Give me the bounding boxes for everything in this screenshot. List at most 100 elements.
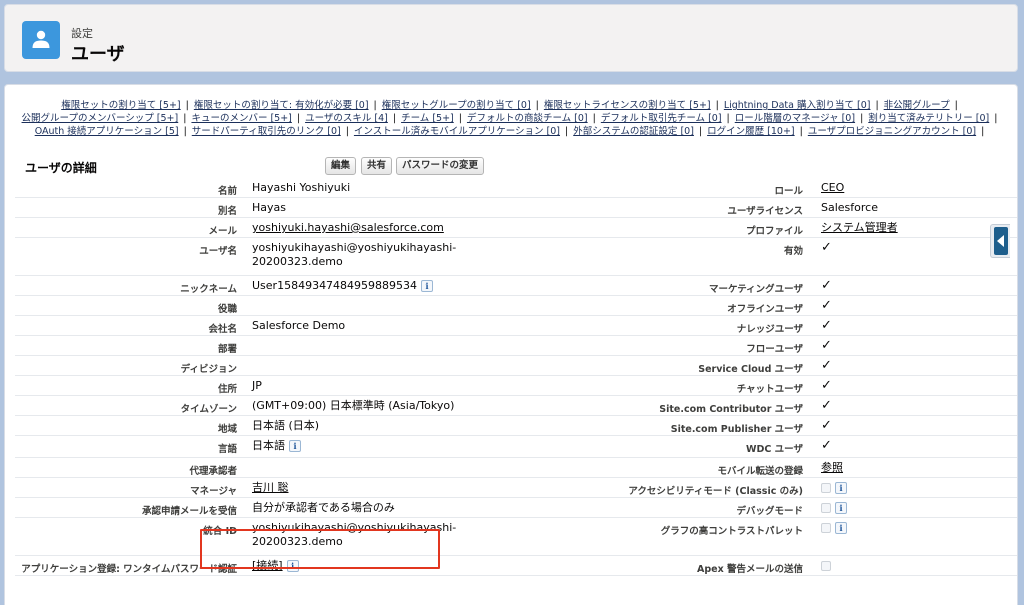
related-link[interactable]: 権限セットの割り当て: 有効化が必要 [0]	[194, 100, 369, 111]
link-separator: |	[392, 113, 397, 124]
field-label: タイムゾーン	[180, 404, 237, 415]
related-link[interactable]: 権限セットの割り当て [5+]	[61, 100, 180, 111]
related-link[interactable]: チーム [5+]	[401, 113, 454, 124]
field-value-link[interactable]: システム管理者	[821, 221, 898, 234]
checkmark-icon: ✓	[821, 298, 832, 313]
field-value-link[interactable]: 参照	[821, 461, 843, 474]
detail-row: マネージャ 吉川 聡 アクセシビリティモード (Classic のみ) i	[15, 478, 1017, 498]
change-password-button[interactable]: パスワードの変更	[396, 157, 485, 175]
link-separator: |	[726, 113, 730, 124]
info-icon[interactable]: i	[835, 482, 847, 494]
field-label: ディビジョン	[180, 364, 237, 375]
detail-row: 会社名 Salesforce Demo ナレッジユーザ ✓	[15, 316, 1017, 336]
field-label: メール	[208, 226, 237, 237]
related-link[interactable]: 非公開グループ	[884, 100, 950, 111]
field-label: モバイル転送の登録	[717, 466, 803, 477]
link-separator: |	[565, 126, 569, 137]
user-icon	[22, 21, 60, 59]
info-icon[interactable]: i	[835, 502, 847, 514]
info-icon[interactable]: i	[835, 522, 847, 534]
related-link[interactable]: 外部システムの認証設定 [0]	[573, 126, 694, 137]
field-value: 日本語 i	[252, 439, 492, 453]
detail-row: ユーザ名 yoshiyukihayashi@yoshiyukihayashi-20…	[15, 238, 1017, 276]
related-link[interactable]: デフォルトの商談チーム [0]	[467, 113, 588, 124]
checkmark-icon: ✓	[821, 318, 832, 333]
field-value-text: Salesforce	[821, 201, 878, 214]
detail-row: 代理承認者 モバイル転送の登録 参照	[15, 458, 1017, 478]
field-value: ✓	[821, 319, 832, 333]
checkmark-icon: ✓	[821, 338, 832, 353]
link-separator: |	[296, 113, 301, 124]
field-value-text: (GMT+09:00) 日本標準時 (Asia/Tokyo)	[252, 399, 455, 412]
field-label: 承認申請メールを受信	[141, 506, 237, 517]
field-value: ✓	[821, 399, 832, 413]
link-separator: |	[715, 100, 719, 111]
field-label: 部署	[217, 344, 237, 355]
field-label: 役職	[217, 304, 237, 315]
field-value-link[interactable]: yoshiyuki.hayashi@salesforce.com	[252, 221, 444, 234]
field-value-link[interactable]: 吉川 聡	[252, 481, 289, 494]
sidebar-toggle[interactable]	[990, 224, 1010, 258]
related-link[interactable]: ユーザのスキル [4]	[305, 113, 388, 124]
field-value: Salesforce	[821, 201, 878, 215]
checkmark-icon: ✓	[821, 240, 832, 255]
field-value	[821, 559, 831, 573]
info-icon[interactable]: i	[421, 280, 434, 292]
related-link[interactable]: ロール階層のマネージャ [0]	[735, 113, 855, 124]
related-link[interactable]: 権限セットグループの割り当て [0]	[382, 100, 531, 111]
field-label: 名前	[217, 186, 237, 197]
related-link[interactable]: インストール済みモバイルアプリケーション [0]	[354, 126, 560, 137]
field-label: 会社名	[208, 324, 237, 335]
checkmark-icon: ✓	[821, 378, 832, 393]
field-value: 自分が承認者である場合のみ	[252, 501, 492, 515]
field-value: 日本語 (日本)	[252, 419, 492, 433]
related-link[interactable]: 公開グループのメンバーシップ [5+]	[22, 113, 179, 124]
related-link[interactable]: サードパーティ取引先のリンク [0]	[192, 126, 341, 137]
link-separator: |	[981, 126, 985, 137]
detail-row: 部署 フローユーザ ✓	[15, 336, 1017, 356]
field-label: プロファイル	[745, 226, 803, 237]
field-value: ✓	[821, 339, 832, 353]
link-separator: |	[860, 113, 864, 124]
related-link[interactable]: 割り当て済みテリトリー [0]	[868, 113, 989, 124]
field-label: ニックネーム	[180, 284, 237, 295]
field-value: ✓	[821, 279, 832, 293]
related-link[interactable]: ログイン履歴 [10+]	[707, 126, 794, 137]
related-link[interactable]: デフォルト取引先チーム [0]	[601, 113, 722, 124]
field-value-text: Hayas	[252, 201, 286, 214]
field-label: オフラインユーザ	[727, 304, 803, 315]
field-value: Hayas	[252, 201, 492, 215]
field-value-text: JP	[252, 379, 262, 392]
share-button[interactable]: 共有	[361, 157, 393, 175]
related-link[interactable]: 権限セットライセンスの割り当て [5+]	[544, 100, 711, 111]
field-value: ✓	[821, 419, 832, 433]
related-link[interactable]: キューのメンバー [5+]	[191, 113, 291, 124]
field-value-text: Salesforce Demo	[252, 319, 346, 332]
link-separator: |	[183, 126, 187, 137]
field-label: 住所	[217, 384, 237, 395]
detail-row: ニックネーム User15849347484959889534 i マーケティングユー…	[15, 276, 1017, 296]
field-label: ユーザライセンス	[727, 206, 803, 217]
section-title: ユーザの詳細	[25, 161, 97, 175]
breadcrumb[interactable]: 設定	[71, 25, 93, 41]
page-header: 設定 ユーザ	[4, 4, 1018, 72]
main-panel: 権限セットの割り当て [5+] | 権限セットの割り当て: 有効化が必要 [0] | 権…	[4, 84, 1018, 605]
field-label: Service Cloud ユーザ	[698, 364, 803, 375]
field-value-link[interactable]: CEO	[821, 181, 844, 194]
checkbox-unchecked	[821, 503, 831, 513]
field-value: Salesforce Demo	[252, 319, 492, 333]
related-link[interactable]: OAuth 接続アプリケーション [5]	[35, 126, 179, 137]
checkmark-icon: ✓	[821, 358, 832, 373]
field-value: User15849347484959889534 i	[252, 279, 492, 293]
related-link[interactable]: ユーザプロビジョニングアカウント [0]	[808, 126, 976, 137]
field-value: CEO	[821, 181, 844, 195]
edit-button[interactable]: 編集	[325, 157, 357, 175]
field-label: マーケティングユーザ	[708, 284, 803, 295]
related-link[interactable]: Lightning Data 購入割り当て [0]	[724, 100, 871, 111]
field-value-text: 日本語 (日本)	[252, 419, 320, 432]
info-icon[interactable]: i	[289, 440, 301, 452]
field-label: Site.com Contributor ユーザ	[659, 404, 803, 415]
detail-row: 役職 オフラインユーザ ✓	[15, 296, 1017, 316]
field-label: フローユーザ	[746, 344, 803, 355]
detail-row: 言語 日本語 i WDC ユーザ ✓	[15, 436, 1017, 458]
